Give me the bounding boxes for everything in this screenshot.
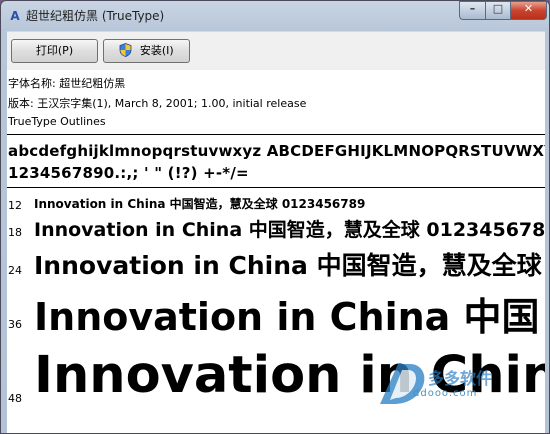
font-outline-line: TrueType Outlines (8, 115, 106, 128)
font-viewer-window: A 超世纪粗仿黑 (TrueType) – □ ✕ 打印(P) 安装(I) 字体… (0, 0, 550, 434)
charset-digits-symbols: 1234567890.:,; ' " (!?) +-*/= (8, 164, 249, 182)
svg-text:多多软件: 多多软件 (428, 369, 492, 388)
uac-shield-icon (119, 43, 132, 57)
sample-size-label: 18 (8, 226, 22, 239)
title-bar[interactable]: A 超世纪粗仿黑 (TrueType) – □ ✕ (1, 1, 549, 31)
sample-line-36: Innovation in China 中国 (34, 295, 540, 339)
print-button-label: 打印(P) (35, 44, 74, 57)
sample-size-label: 24 (8, 264, 22, 277)
maximize-icon: □ (492, 2, 504, 15)
charset-letters: abcdefghijklmnopqrstuvwxyz ABCDEFGHIJKLM… (8, 142, 545, 160)
install-button[interactable]: 安装(I) (103, 39, 190, 63)
toolbar: 打印(P) 安装(I) (7, 31, 545, 70)
print-button[interactable]: 打印(P) (11, 39, 98, 63)
maximize-button[interactable]: □ (485, 1, 511, 20)
close-button[interactable]: ✕ (510, 1, 547, 20)
sample-size-label: 48 (8, 392, 22, 405)
divider-bottom (7, 187, 545, 188)
install-button-label: 安装(I) (139, 44, 174, 57)
font-version-line: 版本: 王汉宗字集(1), March 8, 2001; 1.00, initi… (8, 97, 307, 110)
sample-line-12: Innovation in China 中国智造，慧及全球 0123456789 (34, 197, 366, 211)
sample-size-label: 36 (8, 318, 22, 331)
minimize-icon: – (469, 2, 476, 15)
sample-line-18: Innovation in China 中国智造，慧及全球 0123456789 (34, 219, 545, 241)
font-name-line: 字体名称: 超世纪粗仿黑 (8, 77, 126, 90)
watermark-logo-icon: 多多软件 (380, 364, 492, 404)
sample-line-24: Innovation in China 中国智造，慧及全球 (34, 251, 542, 280)
close-icon: ✕ (523, 2, 534, 15)
divider-top (7, 134, 545, 135)
sample-size-label: 12 (8, 199, 22, 212)
minimize-button[interactable]: – (459, 1, 486, 20)
watermark-text: ddooo.com (413, 388, 478, 399)
font-app-icon: A (10, 9, 20, 23)
window-title: 超世纪粗仿黑 (TrueType) (26, 9, 165, 23)
